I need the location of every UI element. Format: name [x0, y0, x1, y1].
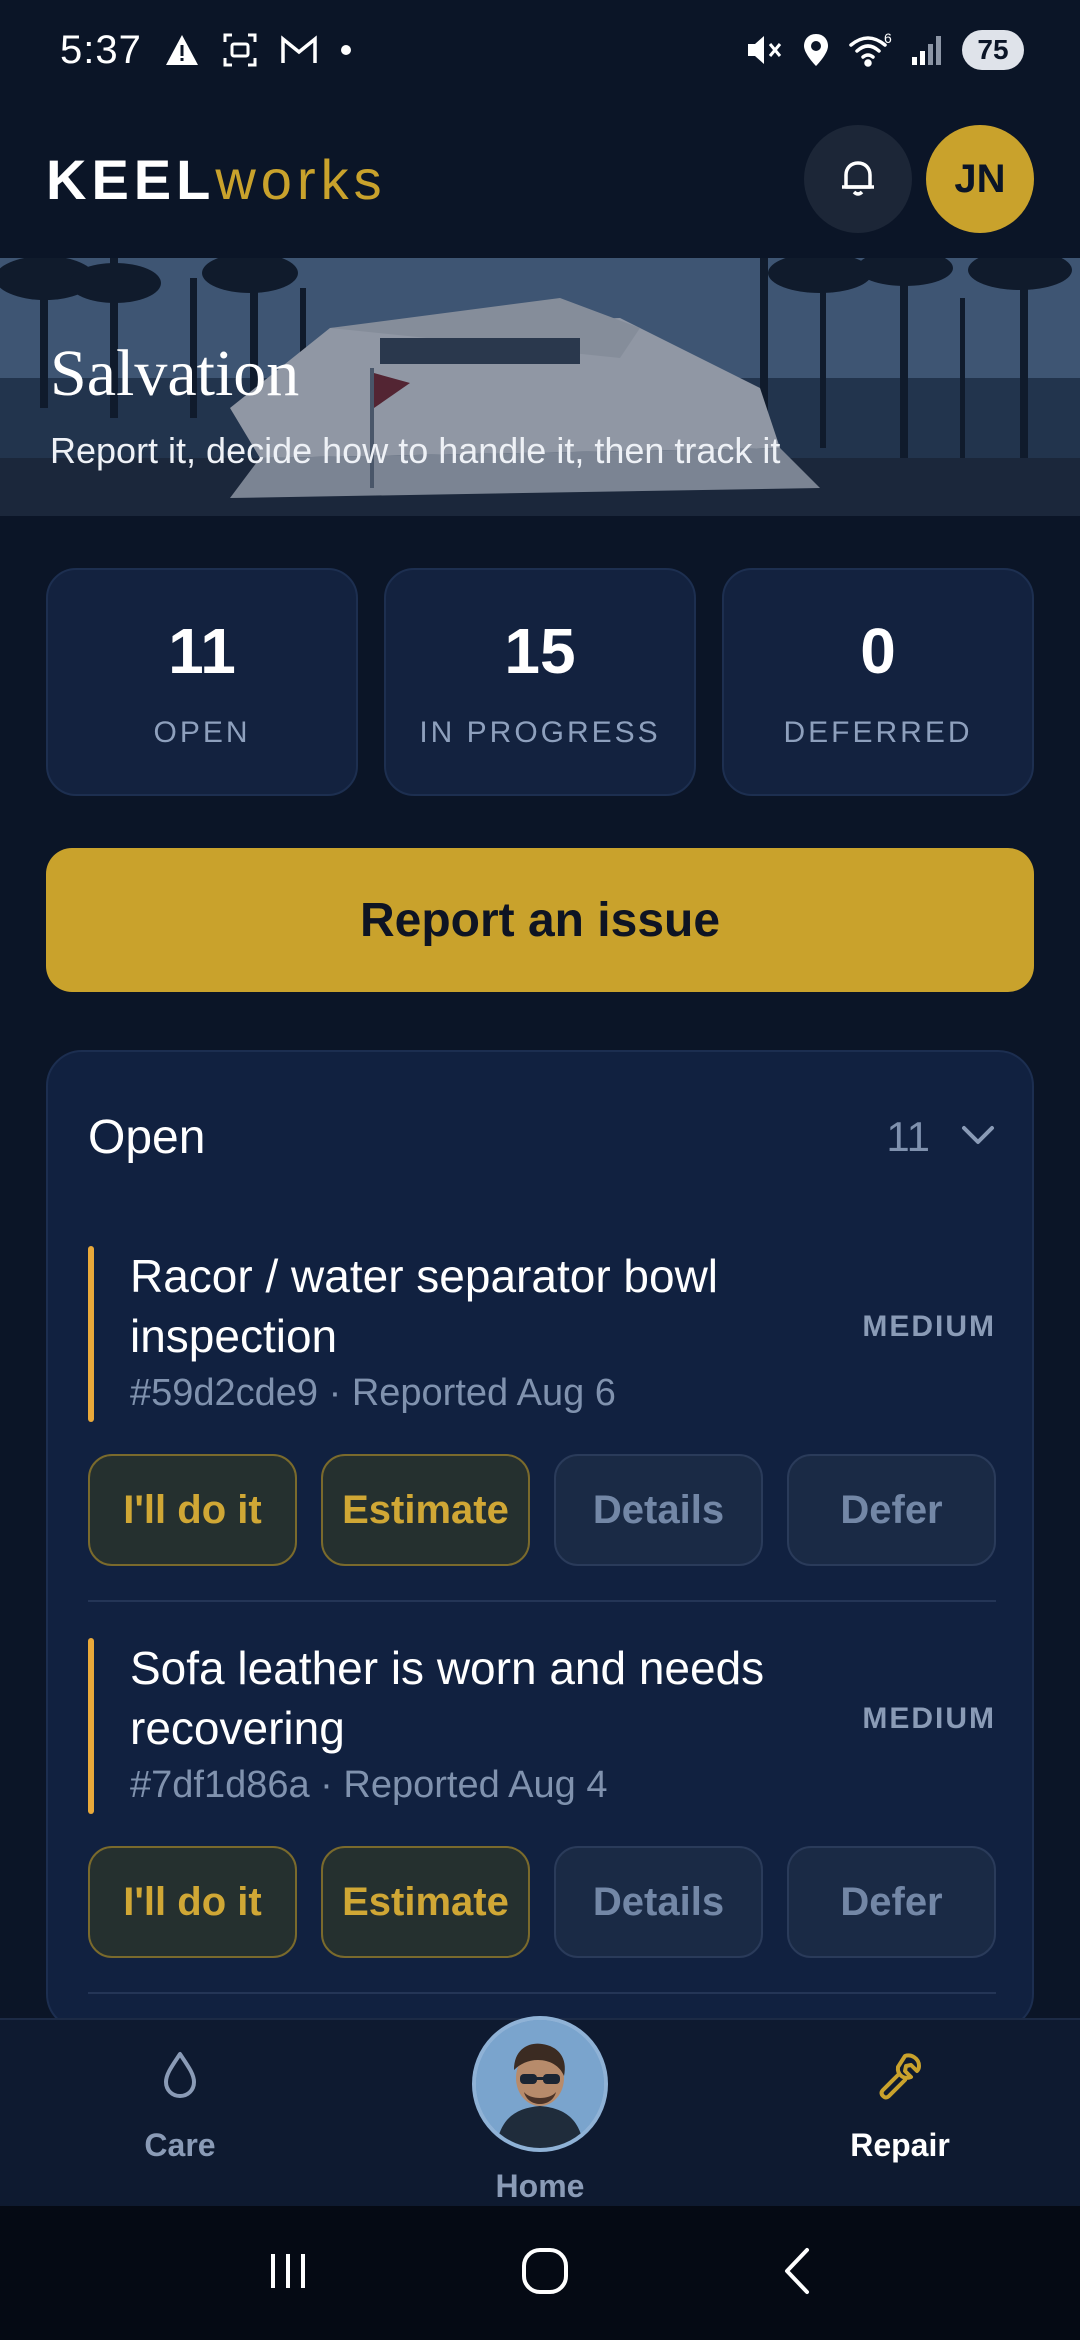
- open-panel-title: Open: [88, 1110, 206, 1164]
- hero-subtitle: Report it, decide how to handle it, then…: [50, 430, 781, 471]
- bottom-navigation: Care Home Repair: [0, 2016, 1080, 2206]
- battery-indicator: 75: [962, 30, 1024, 70]
- issue-actions: I'll do it Estimate Details Defer: [88, 1846, 996, 1958]
- priority-bar: [88, 1246, 94, 1422]
- home-system-button[interactable]: [518, 2244, 572, 2303]
- report-issue-button[interactable]: Report an issue: [46, 848, 1034, 992]
- stat-open-value: 11: [168, 615, 236, 687]
- gmail-icon: [280, 35, 318, 65]
- issue-actions: I'll do it Estimate Details Defer: [88, 1454, 996, 1566]
- stat-deferred[interactable]: 0 DEFERRED: [722, 568, 1034, 796]
- nav-repair-label: Repair: [850, 2127, 950, 2163]
- defer-button[interactable]: Defer: [787, 1846, 996, 1958]
- issue-divider: [88, 1600, 996, 1602]
- stat-deferred-label: DEFERRED: [783, 716, 973, 749]
- estimate-button[interactable]: Estimate: [321, 1846, 530, 1958]
- stat-deferred-value: 0: [860, 615, 896, 687]
- status-bar: 5:37 6 75: [0, 0, 1080, 100]
- header-actions: JN: [804, 125, 1034, 233]
- estimate-button[interactable]: Estimate: [321, 1454, 530, 1566]
- app-header: KEELworks JN: [0, 100, 1080, 258]
- do-it-button[interactable]: I'll do it: [88, 1454, 297, 1566]
- severity-badge: MEDIUM: [862, 1702, 996, 1735]
- nav-home-avatar[interactable]: [472, 2016, 608, 2152]
- chevron-down-icon[interactable]: [960, 1123, 996, 1152]
- back-button[interactable]: [777, 2244, 817, 2303]
- stat-in-progress-label: IN PROGRESS: [419, 716, 661, 749]
- issue-meta: #59d2cde9 · Reported Aug 6: [130, 1372, 616, 1414]
- issue-title: Sofa leather is worn and needs recoverin…: [130, 1642, 765, 1754]
- status-time: 5:37: [60, 27, 142, 72]
- signal-number: 6: [884, 33, 892, 46]
- severity-badge: MEDIUM: [862, 1310, 996, 1343]
- stat-open[interactable]: 11 OPEN: [46, 568, 358, 796]
- open-panel-count: 11: [886, 1113, 930, 1160]
- status-summary: 11 OPEN 15 IN PROGRESS 0 DEFERRED: [46, 568, 1034, 796]
- home-avatar-photo: [476, 2020, 604, 2148]
- open-panel-count-group: 11: [886, 1113, 996, 1161]
- issue-meta: #7df1d86a · Reported Aug 4: [130, 1764, 608, 1806]
- wifi-icon: 6: [848, 33, 892, 67]
- hero-banner: Salvation Report it, decide how to handl…: [0, 258, 1080, 516]
- bell-icon: [836, 155, 880, 204]
- open-panel-header[interactable]: Open 11: [88, 1102, 996, 1172]
- details-button[interactable]: Details: [554, 1846, 763, 1958]
- alert-icon: [164, 33, 200, 67]
- status-left: 5:37: [60, 28, 352, 73]
- nav-care[interactable]: Care: [80, 2050, 280, 2164]
- notifications-button[interactable]: [804, 125, 912, 233]
- logo-keel: KEEL: [46, 147, 216, 211]
- recent-apps-button[interactable]: [263, 2246, 313, 2301]
- signal-icon: [910, 33, 944, 67]
- issue-title: Racor / water separator bowl inspection: [130, 1250, 719, 1362]
- nav-home-label[interactable]: Home: [440, 2168, 640, 2205]
- user-avatar[interactable]: JN: [926, 125, 1034, 233]
- details-button[interactable]: Details: [554, 1454, 763, 1566]
- app-logo[interactable]: KEELworks: [46, 147, 387, 212]
- notification-dot-icon: [340, 44, 352, 56]
- wrench-icon: [875, 2050, 925, 2105]
- location-icon: [802, 32, 830, 68]
- system-navigation: [0, 2206, 1080, 2340]
- open-issues-panel: Open 11 Racor / water separator bowl ins…: [46, 1050, 1034, 2030]
- boat-name: Salvation: [50, 337, 300, 410]
- do-it-button[interactable]: I'll do it: [88, 1846, 297, 1958]
- nav-care-label: Care: [144, 2127, 216, 2163]
- defer-button[interactable]: Defer: [787, 1454, 996, 1566]
- stat-open-label: OPEN: [153, 716, 251, 749]
- stat-in-progress[interactable]: 15 IN PROGRESS: [384, 568, 696, 796]
- issue-divider: [88, 1992, 996, 1994]
- stat-in-progress-value: 15: [504, 615, 576, 687]
- nav-repair[interactable]: Repair: [800, 2050, 1000, 2164]
- droplet-icon: [160, 2050, 200, 2105]
- priority-bar: [88, 1638, 94, 1814]
- logo-works: works: [215, 147, 387, 211]
- screenshot-icon: [222, 32, 258, 68]
- status-right: 6 75: [746, 30, 1024, 70]
- mute-icon: [746, 33, 784, 67]
